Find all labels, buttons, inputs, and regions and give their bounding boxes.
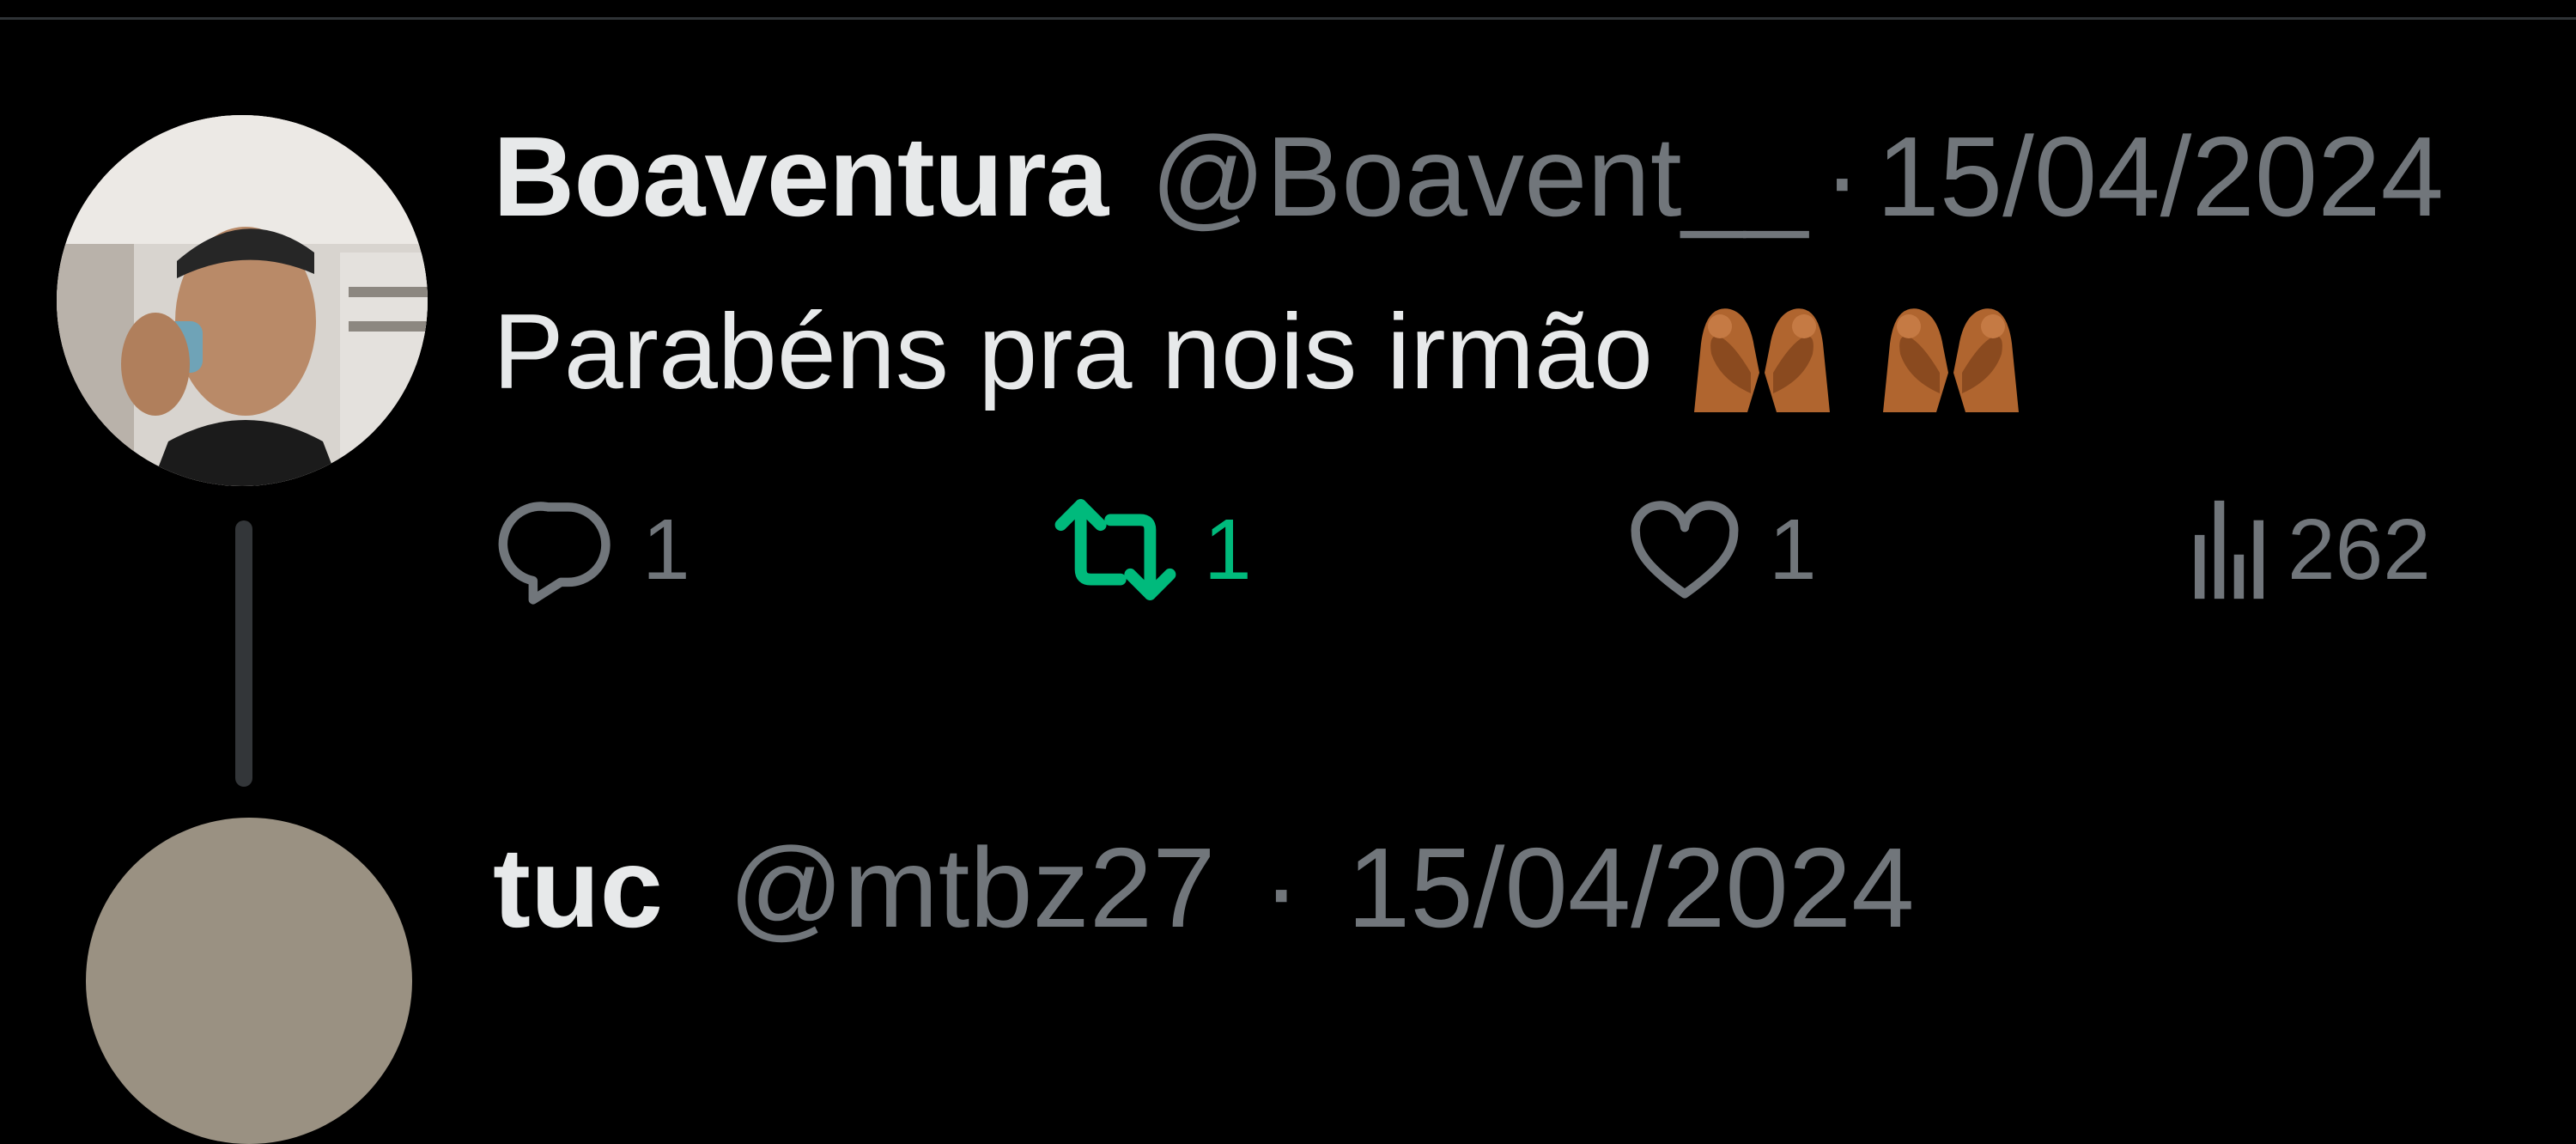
tweet-text-content: Parabéns pra nois irmão [493,293,1653,411]
reply-count: 1 [642,501,690,598]
heart-hands-emoji [1871,283,2031,421]
separator-dot: · [1823,113,1862,240]
like-button[interactable]: 1 [1625,498,1817,601]
heart-icon [1631,501,1739,599]
retweet-icon [1054,499,1176,600]
next-tweet-date[interactable]: 15/04/2024 [1347,825,1915,951]
tweet-header: Boaventura @Boavent__ · 15/04/2024 [493,112,2444,241]
next-tweet-avatar[interactable] [86,818,412,1144]
reply-icon [498,502,611,605]
reply-button[interactable]: 1 [498,498,690,605]
tweet-date[interactable]: 15/04/2024 [1876,112,2444,241]
thread-connector-line [235,520,252,787]
like-count: 1 [1769,501,1817,598]
next-tweet-handle[interactable]: @mtbz27 [729,825,1216,951]
next-tweet-header[interactable]: tuc @mtbz27 · 15/04/2024 [493,823,1915,952]
retweet-count: 1 [1204,501,1252,598]
next-tweet-separator: · [1262,825,1301,951]
avatar-photo [57,115,428,486]
views-button[interactable]: 262 [2195,498,2431,601]
display-name[interactable]: Boaventura [493,112,1109,241]
tweet[interactable]: Boaventura @Boavent__ · 15/04/2024 Parab… [0,0,2576,859]
views-count: 262 [2287,501,2431,598]
retweet-button[interactable]: 1 [1051,498,1252,601]
tweet-text: Parabéns pra nois irmão [493,283,2031,421]
views-icon [2195,500,2263,599]
next-tweet-display-name[interactable]: tuc [493,825,663,951]
heart-hands-emoji [1682,283,1842,421]
avatar[interactable] [57,115,428,486]
user-handle[interactable]: @Boavent__ [1151,112,1807,241]
